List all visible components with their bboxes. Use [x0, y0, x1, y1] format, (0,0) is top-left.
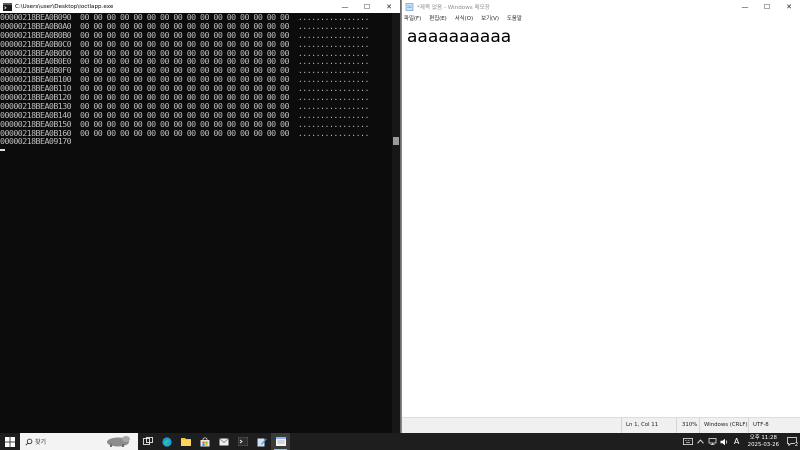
minimize-button[interactable]: — [734, 0, 756, 13]
editor-content[interactable]: aaaaaaaaaa [407, 27, 511, 47]
notepad-menubar: 파일(F) 편집(E) 서식(O) 보기(V) 도움말 [402, 13, 800, 23]
console-title: C:\Users\user\Desktop\ioctlapp.exe [15, 3, 114, 10]
console-scrollbar[interactable] [392, 13, 400, 433]
console-app-icon [3, 2, 12, 11]
start-button[interactable] [0, 433, 20, 450]
menu-format[interactable]: 서식(O) [455, 14, 473, 22]
terminal-icon [237, 437, 248, 446]
search-icon [25, 438, 33, 446]
console-cursor [0, 149, 5, 152]
status-zoom: 310% [682, 422, 698, 428]
clock-date: 2025-03-26 [747, 441, 779, 448]
notepad-statusbar: Ln 1, Col 11 310% Windows (CRLF) UTF-8 [402, 417, 800, 433]
mail-icon [218, 437, 229, 445]
notepad-window[interactable]: *제목 없음 - Windows 메모장 — ☐ ✕ 파일(F) 편집(E) 서… [401, 0, 800, 433]
notification-center-button[interactable]: 2 [784, 433, 800, 450]
edge-browser-icon [161, 436, 172, 447]
taskbar-notepad-active[interactable] [271, 433, 290, 450]
menu-view[interactable]: 보기(V) [481, 14, 499, 22]
windows-logo-icon [5, 436, 15, 447]
menu-edit[interactable]: 편집(E) [429, 14, 447, 22]
chevron-up-icon [697, 439, 704, 444]
network-icon [708, 438, 717, 445]
store-bag-icon [200, 436, 209, 446]
notepad-titlebar[interactable]: *제목 없음 - Windows 메모장 — ☐ ✕ [402, 0, 800, 13]
console-scrollbar-thumb[interactable] [393, 137, 399, 145]
taskbar-search-box[interactable]: 찾기 [20, 433, 138, 450]
task-view-icon [142, 437, 153, 445]
notification-count: 2 [794, 442, 798, 448]
system-tray: A 오후 11:28 2025-03-26 2 [681, 433, 800, 450]
status-separator [676, 418, 677, 433]
status-line-ending: Windows (CRLF) [704, 422, 748, 428]
tray-ime-indicator[interactable]: A [731, 433, 743, 450]
taskbar-file-explorer[interactable] [176, 433, 195, 450]
tray-keyboard[interactable] [681, 433, 695, 450]
menu-help[interactable]: 도움말 [507, 14, 522, 22]
notepad-window-icon [275, 437, 286, 446]
clock-time: 오후 11:28 [749, 434, 777, 441]
taskbar-terminal[interactable] [233, 433, 252, 450]
notepad-app-icon [405, 2, 414, 11]
taskbar-clock[interactable]: 오후 11:28 2025-03-26 [748, 435, 779, 449]
folder-icon [180, 438, 191, 446]
maximize-button[interactable]: ☐ [756, 0, 778, 13]
speaker-icon [720, 438, 728, 445]
status-position: Ln 1, Col 11 [626, 422, 659, 428]
notepad-editor[interactable]: aaaaaaaaaa [402, 23, 800, 418]
tray-chevron[interactable] [695, 433, 707, 450]
notepad-title: *제목 없음 - Windows 메모장 [417, 4, 490, 11]
status-separator [621, 418, 622, 433]
close-button[interactable]: ✕ [378, 0, 400, 13]
taskbar-edge[interactable] [157, 433, 176, 450]
keyboard-icon [682, 438, 693, 445]
menu-file[interactable]: 파일(F) [404, 14, 421, 22]
console-window[interactable]: C:\Users\user\Desktop\ioctlapp.exe — ☐ ✕… [0, 0, 401, 433]
taskbar: 찾기 A 오후 11:28 2025-03-26 2 [0, 433, 800, 450]
notepad-pen-icon [257, 438, 267, 446]
tray-network[interactable] [707, 433, 719, 450]
console-line: 00000218BEA09170 [0, 136, 72, 147]
status-encoding: UTF-8 [753, 422, 769, 428]
status-separator [699, 418, 700, 433]
taskbar-mail[interactable] [214, 433, 233, 450]
task-view-button[interactable] [138, 433, 157, 450]
tray-volume[interactable] [719, 433, 731, 450]
search-label: 찾기 [35, 439, 47, 446]
taskbar-store[interactable] [195, 433, 214, 450]
console-output[interactable]: 00000218BEA0B090 00 00 00 00 00 00 00 00… [0, 13, 392, 433]
search-highlight-icon [107, 436, 130, 447]
taskbar-notepad-edit[interactable] [252, 433, 271, 450]
status-separator [748, 418, 749, 433]
close-button[interactable]: ✕ [778, 0, 800, 13]
